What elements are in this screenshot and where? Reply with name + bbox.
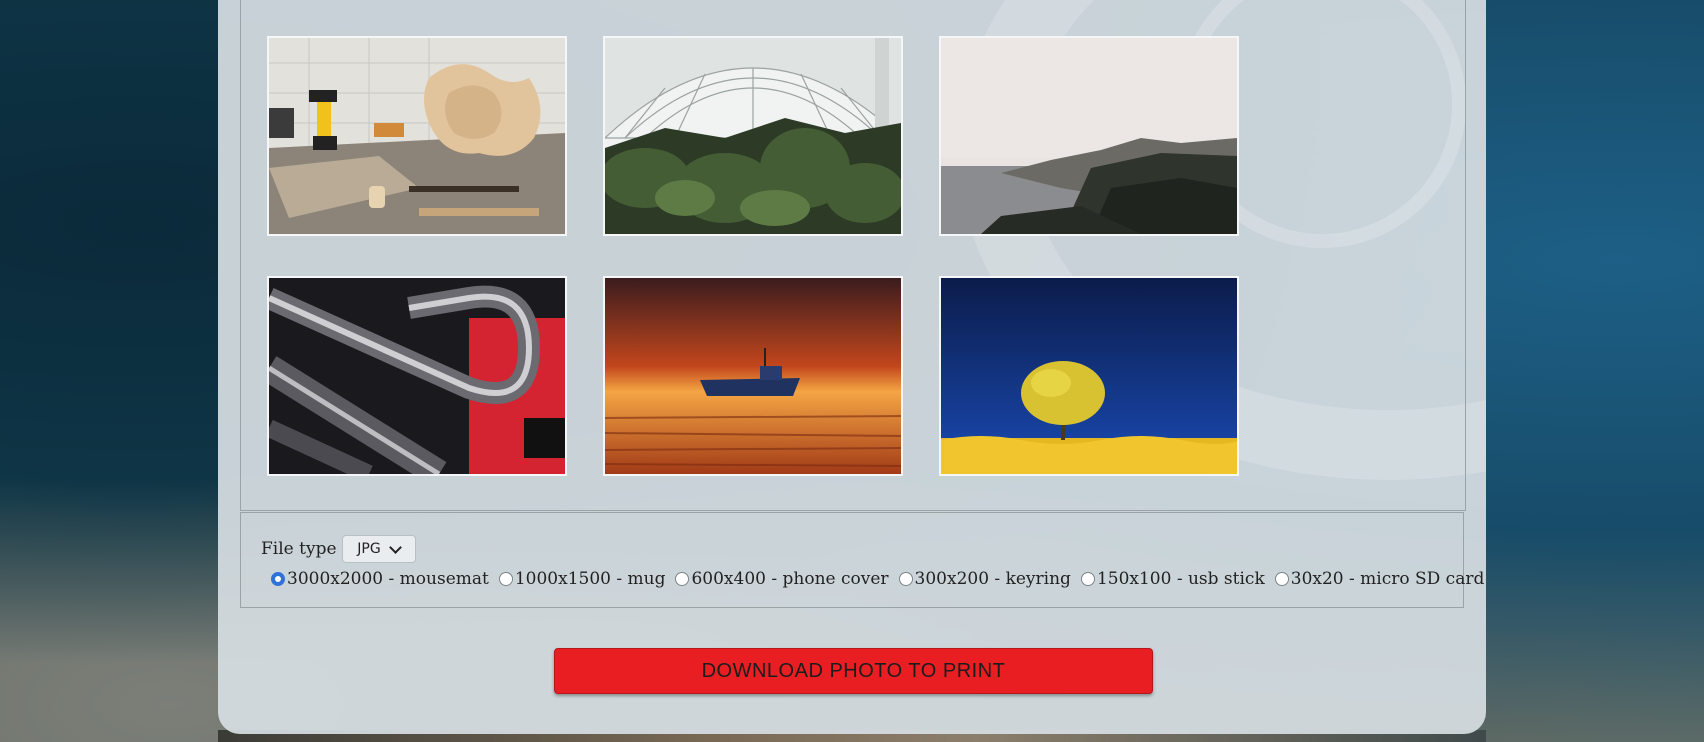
size-options: 3000x2000 - mousemat 1000x1500 - mug 600… bbox=[271, 569, 1486, 589]
photo-thumbnail-yellow-tree[interactable] bbox=[939, 276, 1239, 476]
size-option-label: 1000x1500 - mug bbox=[514, 569, 666, 589]
radio-button[interactable] bbox=[1080, 572, 1095, 586]
radio-button[interactable] bbox=[675, 572, 690, 586]
size-option-label: 300x200 - keyring bbox=[914, 569, 1071, 589]
size-option-label: 3000x2000 - mousemat bbox=[287, 569, 489, 589]
main-panel: File type JPG 3000x2000 - mousemat 1000x… bbox=[218, 0, 1486, 734]
size-option-label: 150x100 - usb stick bbox=[1096, 569, 1265, 589]
size-option-label: 600x400 - phone cover bbox=[691, 569, 889, 589]
size-option-mousemat[interactable]: 3000x2000 - mousemat bbox=[271, 569, 489, 589]
photo-thumbnail-abstract-chrome[interactable] bbox=[267, 276, 567, 476]
file-type-row: File type JPG bbox=[261, 535, 416, 563]
file-type-select[interactable]: JPG bbox=[341, 535, 416, 563]
size-option-keyring[interactable]: 300x200 - keyring bbox=[898, 569, 1071, 589]
print-options: File type JPG 3000x2000 - mousemat 1000x… bbox=[240, 510, 1484, 608]
download-photo-button[interactable]: DOWNLOAD PHOTO TO PRINT bbox=[554, 648, 1153, 694]
divider bbox=[241, 510, 1463, 511]
photo-thumbnail-workshop[interactable] bbox=[267, 36, 567, 236]
size-option-label: 30x20 - micro SD card bbox=[1290, 569, 1485, 589]
radio-button-selected[interactable] bbox=[271, 572, 285, 586]
photo-thumbnail-boat-sunset[interactable] bbox=[603, 276, 903, 476]
photo-gallery bbox=[240, 0, 1466, 511]
size-option-phone-cover[interactable]: 600x400 - phone cover bbox=[675, 569, 889, 589]
radio-button[interactable] bbox=[498, 572, 513, 586]
photo-thumbnail-greenhouse[interactable] bbox=[603, 36, 903, 236]
radio-button[interactable] bbox=[898, 572, 913, 586]
radio-button[interactable] bbox=[1274, 572, 1289, 586]
file-type-value: JPG bbox=[357, 541, 381, 557]
size-option-mug[interactable]: 1000x1500 - mug bbox=[498, 569, 666, 589]
photo-thumbnail-coastline[interactable] bbox=[939, 36, 1239, 236]
chevron-down-icon bbox=[388, 540, 402, 554]
size-option-usb-stick[interactable]: 150x100 - usb stick bbox=[1080, 569, 1265, 589]
file-type-label: File type bbox=[261, 539, 337, 559]
size-option-micro-sd[interactable]: 30x20 - micro SD card bbox=[1274, 569, 1485, 589]
